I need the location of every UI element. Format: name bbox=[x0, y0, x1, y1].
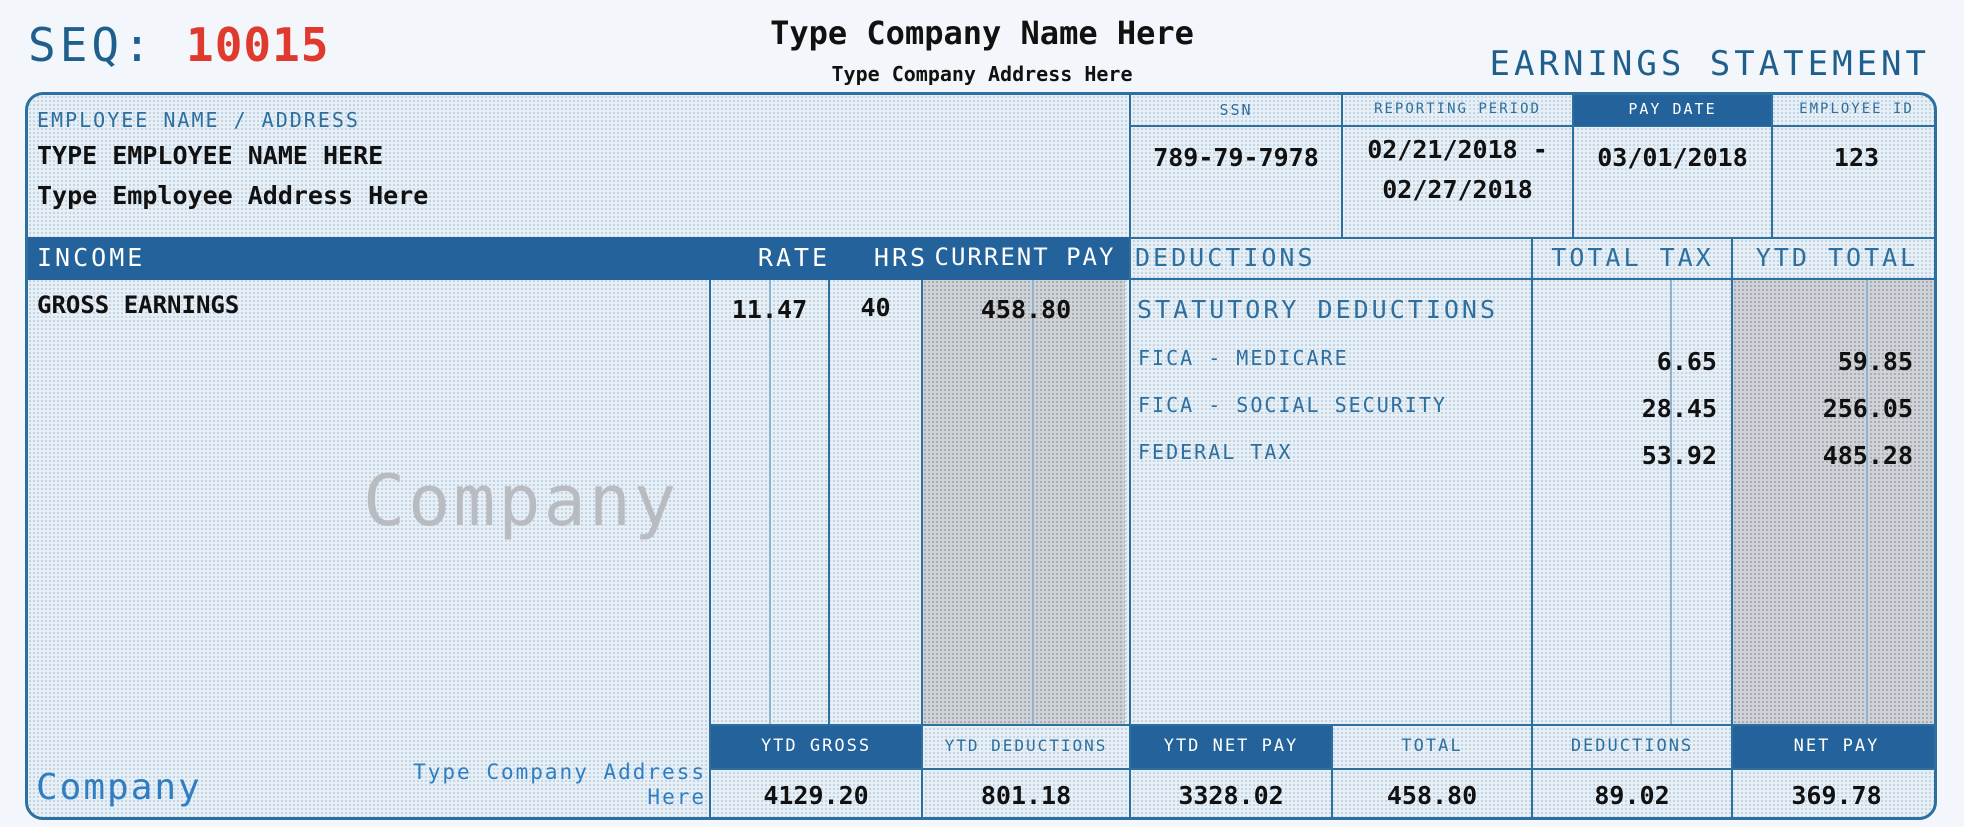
statutory-deductions-title: STATUTORY DEDUCTIONS bbox=[1137, 295, 1499, 324]
deduction-label: FEDERAL TAX bbox=[1138, 440, 1293, 464]
ytd-gross-label: YTD GROSS bbox=[760, 736, 872, 756]
current-pay-shade bbox=[923, 280, 1125, 726]
company-watermark: Company bbox=[363, 460, 680, 542]
gross-earnings-label: GROSS EARNINGS bbox=[37, 291, 240, 319]
ytd-gross-value: 4129.20 bbox=[763, 781, 869, 810]
deduction-tax: 53.92 bbox=[1641, 441, 1717, 470]
deduction-tax: 28.45 bbox=[1641, 394, 1717, 423]
employee-name: TYPE EMPLOYEE NAME HERE bbox=[37, 141, 384, 170]
net-pay-value: 369.78 bbox=[1791, 781, 1882, 810]
gross-earnings-rate: 11.47 bbox=[731, 295, 808, 324]
ytd-total-header: YTD TOTAL bbox=[1755, 243, 1919, 272]
total-value: 458.80 bbox=[1386, 781, 1478, 810]
current-pay-header: CURRENT PAY bbox=[934, 243, 1116, 271]
total-tax-header: TOTAL TAX bbox=[1551, 243, 1714, 272]
ytd-net-pay-label: YTD NET PAY bbox=[1163, 736, 1299, 756]
earnings-stub: SSN REPORTING PERIOD PAY DATE EMPLOYEE I… bbox=[25, 92, 1937, 820]
employee-address: Type Employee Address Here bbox=[37, 181, 429, 210]
deduction-ytd: 59.85 bbox=[1837, 347, 1913, 376]
period-end: 02/27/2018 bbox=[1382, 175, 1533, 204]
employee-id-value: 123 bbox=[1833, 143, 1880, 172]
footer-address-line2: Here bbox=[647, 785, 706, 809]
deductions-total-label: DEDUCTIONS bbox=[1570, 736, 1694, 756]
deduction-ytd: 485.28 bbox=[1822, 441, 1913, 470]
footer-address-line1: Type Company Address bbox=[413, 760, 706, 784]
reporting-period-label: REPORTING PERIOD bbox=[1374, 101, 1541, 117]
pay-date-value: 03/01/2018 bbox=[1597, 143, 1748, 172]
ytd-deductions-value: 801.18 bbox=[980, 781, 1072, 810]
gross-earnings-current: 458.80 bbox=[980, 295, 1072, 324]
employee-id-label: EMPLOYEE ID bbox=[1799, 101, 1914, 117]
footer-company: Company bbox=[36, 767, 202, 808]
statement-title: EARNINGS STATEMENT bbox=[1489, 44, 1930, 84]
deduction-ytd: 256.05 bbox=[1822, 394, 1913, 423]
ytd-deductions-label: YTD DEDUCTIONS bbox=[944, 736, 1108, 755]
income-header: INCOME bbox=[37, 243, 146, 272]
deduction-tax: 6.65 bbox=[1656, 347, 1717, 376]
ssn-label: SSN bbox=[1219, 101, 1253, 119]
pay-date-label: PAY DATE bbox=[1628, 100, 1717, 118]
deduction-label: FICA - MEDICARE bbox=[1138, 346, 1349, 370]
employee-section-label: EMPLOYEE NAME / ADDRESS bbox=[37, 108, 360, 132]
deductions-total-value: 89.02 bbox=[1594, 781, 1670, 810]
ssn-value: 789-79-7978 bbox=[1153, 143, 1319, 172]
period-start: 02/21/2018 - bbox=[1367, 135, 1548, 164]
deductions-header: DEDUCTIONS bbox=[1135, 243, 1316, 272]
deduction-label: FICA - SOCIAL SECURITY bbox=[1138, 393, 1447, 417]
total-label: TOTAL bbox=[1401, 736, 1463, 756]
gross-earnings-hrs: 40 bbox=[860, 293, 891, 322]
rate-header: RATE bbox=[757, 243, 831, 272]
ytd-net-pay-value: 3328.02 bbox=[1178, 781, 1284, 810]
net-pay-label: NET PAY bbox=[1793, 736, 1880, 756]
